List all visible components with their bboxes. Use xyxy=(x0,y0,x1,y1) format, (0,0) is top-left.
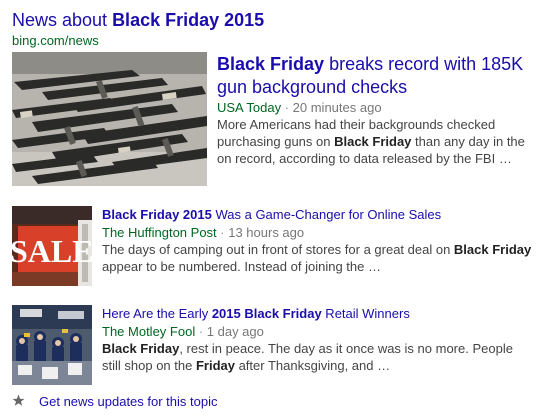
meta-separator: · xyxy=(281,100,293,115)
item-snippet-bold: Black Friday xyxy=(102,341,180,356)
get-news-updates-link[interactable]: Get news updates for this topic xyxy=(39,394,217,410)
sale-sign-text: SALE xyxy=(12,233,92,269)
news-header-title[interactable]: News about Black Friday 2015 xyxy=(12,8,537,32)
lead-snippet-bold: Black Friday xyxy=(334,134,412,149)
header-title-prefix: News about xyxy=(12,10,113,30)
header-title-query: Black Friday 2015 xyxy=(112,10,265,30)
news-item-body: Black Friday 2015 Was a Game-Changer for… xyxy=(102,206,534,275)
item-title-bold: 2015 Black Friday xyxy=(211,306,322,321)
item-snippet-b: appear to be numbered. Instead of joinin… xyxy=(102,259,381,274)
news-item-title[interactable]: Here Are the Early 2015 Black Friday Ret… xyxy=(102,305,534,322)
news-item-thumbnail[interactable]: SALE xyxy=(12,206,92,286)
news-item: Here Are the Early 2015 Black Friday Ret… xyxy=(12,305,537,385)
news-item-body: Here Are the Early 2015 Black Friday Ret… xyxy=(102,305,534,374)
lead-story-body: Black Friday breaks record with 185K gun… xyxy=(217,53,535,167)
item-snippet-a: The days of camping out in front of stor… xyxy=(102,242,454,257)
news-item-image: SALE xyxy=(12,206,92,286)
news-item: SALE Black Friday 2015 Was a Game-Change… xyxy=(12,206,537,286)
lead-story-title[interactable]: Black Friday breaks record with 185K gun… xyxy=(217,53,535,99)
meta-separator: · xyxy=(195,324,207,339)
item-title-a: Here Are the Early xyxy=(102,306,212,321)
news-item-age: 13 hours ago xyxy=(228,225,305,240)
meta-separator: · xyxy=(216,225,229,240)
news-item-image xyxy=(12,305,92,385)
lead-story-age: 20 minutes ago xyxy=(292,100,382,115)
lead-story-source[interactable]: USA Today xyxy=(217,100,281,115)
lead-title-bold: Black Friday xyxy=(217,54,325,74)
lead-story-snippet: More Americans had their backgrounds che… xyxy=(217,116,535,167)
news-item-age: 1 day ago xyxy=(206,324,264,339)
news-item-thumbnail[interactable] xyxy=(12,305,92,385)
star-icon[interactable] xyxy=(12,394,25,408)
item-title-rest: Was a Game-Changer for Online Sales xyxy=(211,207,442,222)
item-snippet-bold: Black Friday xyxy=(453,242,532,257)
item-title-bold: Black Friday 2015 xyxy=(102,207,212,222)
news-answer-card: News about Black Friday 2015 bing.com/ne… xyxy=(12,8,537,409)
lead-story-image xyxy=(12,52,207,186)
news-item-meta: The Motley Fool · 1 day ago xyxy=(102,323,534,340)
source-url: bing.com/news xyxy=(12,33,99,48)
news-item-title[interactable]: Black Friday 2015 Was a Game-Changer for… xyxy=(102,206,534,223)
lead-story-meta: USA Today · 20 minutes ago xyxy=(217,99,535,116)
item-snippet-b: after Thanksgiving, and … xyxy=(234,358,391,373)
news-item-meta: The Huffington Post · 13 hours ago xyxy=(102,224,534,241)
item-title-b: Retail Winners xyxy=(321,306,410,321)
news-item-snippet: Black Friday, rest in peace. The day as … xyxy=(102,340,534,374)
lead-story-thumbnail[interactable] xyxy=(12,52,207,186)
news-item-snippet: The days of camping out in front of stor… xyxy=(102,241,534,275)
lead-story: Black Friday breaks record with 185K gun… xyxy=(12,52,537,192)
news-item-source[interactable]: The Huffington Post xyxy=(102,225,217,240)
news-item-source[interactable]: The Motley Fool xyxy=(102,324,195,339)
item-snippet-bold: Friday xyxy=(195,358,235,373)
